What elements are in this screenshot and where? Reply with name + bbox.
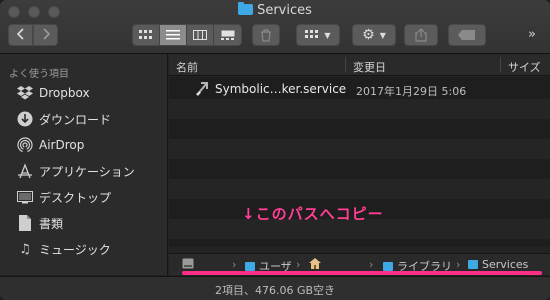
status-bar: 2項目、476.06 GB空き — [0, 276, 550, 300]
airdrop-icon — [16, 136, 34, 154]
column-header: 名前 変更日 サイズ — [169, 54, 550, 76]
column-date-header[interactable]: 変更日 — [353, 59, 386, 75]
chevron-down-icon: ▼ — [379, 30, 386, 40]
annotation-label: ↓このパスへコピー — [242, 205, 384, 223]
chevron-right-icon — [41, 27, 51, 43]
window-title: Services — [0, 2, 550, 21]
file-name: Symbolic…ker.service — [215, 82, 347, 96]
sidebar: よく使う項目 Dropbox ダウンロード AirDrop アプリケーション デ… — [0, 54, 168, 275]
list-icon — [166, 30, 180, 40]
gallery-icon — [220, 30, 234, 40]
icon-view-button[interactable] — [133, 25, 160, 45]
sidebar-item-label: AirDrop — [39, 138, 85, 152]
trash-icon — [261, 28, 271, 42]
desktop-icon — [16, 188, 34, 206]
column-divider[interactable] — [345, 57, 346, 72]
sidebar-item-label: Dropbox — [39, 86, 90, 100]
column-name-header[interactable]: 名前 — [176, 59, 198, 75]
sidebar-item-label: ダウンロード — [39, 112, 112, 127]
sidebar-item-airdrop[interactable]: AirDrop — [16, 134, 84, 156]
sidebar-item-label: アプリケーション — [39, 164, 135, 179]
sidebar-item-applications[interactable]: アプリケーション — [16, 160, 135, 182]
path-separator: › — [456, 258, 461, 271]
gallery-view-button[interactable] — [214, 25, 241, 45]
finder-window: Services ▼ ⚙ ▼ » よく使う項目 Dropbox ダウンロード A… — [0, 0, 550, 300]
sidebar-item-label: デスクトップ — [39, 190, 112, 205]
path-segment-disk[interactable] — [182, 258, 194, 269]
alias-icon — [195, 81, 209, 96]
file-row[interactable]: Symbolic…ker.service 2017年1月29日 5:06 — [169, 79, 550, 99]
folder-icon — [383, 261, 393, 271]
list-view-button[interactable] — [160, 25, 187, 45]
grid-icon — [139, 30, 152, 39]
tags-button[interactable] — [448, 24, 486, 46]
annotation-underline — [182, 271, 542, 275]
action-button[interactable]: ⚙ ▼ — [352, 24, 396, 46]
share-icon — [415, 28, 427, 42]
sidebar-item-downloads[interactable]: ダウンロード — [16, 108, 111, 130]
sidebar-item-desktop[interactable]: デスクトップ — [16, 186, 111, 208]
sidebar-item-music[interactable]: ♫ ミュージック — [16, 238, 111, 260]
path-separator: › — [369, 258, 374, 271]
dropbox-icon — [16, 84, 34, 102]
empty-row — [169, 119, 550, 139]
column-divider[interactable] — [500, 57, 501, 72]
download-icon — [16, 110, 34, 128]
column-view-button[interactable] — [187, 25, 214, 45]
empty-row — [169, 179, 550, 199]
home-icon — [309, 258, 321, 269]
share-button[interactable] — [404, 24, 438, 46]
title-bar: Services ▼ ⚙ ▼ » — [0, 0, 550, 54]
folder-icon — [238, 2, 254, 15]
arrange-grid-icon — [305, 29, 319, 38]
column-size-header[interactable]: サイズ — [508, 59, 541, 75]
forward-button[interactable] — [33, 24, 58, 46]
applications-icon — [16, 162, 34, 180]
empty-row — [169, 159, 550, 179]
trash-button[interactable] — [252, 24, 280, 46]
sidebar-item-documents[interactable]: 書類 — [16, 212, 63, 234]
back-button[interactable] — [8, 24, 33, 46]
path-segment-services[interactable]: Services — [468, 258, 528, 271]
folder-icon — [468, 260, 478, 269]
empty-row — [169, 139, 550, 159]
music-icon: ♫ — [19, 241, 31, 257]
folder-icon — [245, 261, 255, 271]
path-separator: › — [232, 258, 237, 271]
arrange-button[interactable]: ▼ — [296, 24, 340, 46]
file-date: 2017年1月29日 5:06 — [356, 85, 467, 98]
path-segment-home[interactable] — [309, 258, 321, 269]
view-mode-control — [132, 24, 242, 46]
toolbar-overflow-button[interactable]: » — [528, 27, 536, 42]
gear-icon: ⚙ — [362, 27, 375, 43]
chevron-left-icon — [16, 27, 26, 43]
columns-icon — [193, 30, 207, 40]
sidebar-item-dropbox[interactable]: Dropbox — [16, 82, 90, 104]
sidebar-heading: よく使う項目 — [9, 69, 69, 80]
chevron-down-icon: ▼ — [324, 30, 331, 40]
sidebar-item-label: ミュージック — [39, 242, 111, 257]
path-separator: › — [296, 258, 301, 271]
documents-icon — [16, 214, 34, 232]
empty-row — [169, 99, 550, 119]
sidebar-item-label: 書類 — [39, 216, 64, 231]
disk-icon — [182, 258, 194, 269]
tag-icon — [458, 30, 475, 40]
